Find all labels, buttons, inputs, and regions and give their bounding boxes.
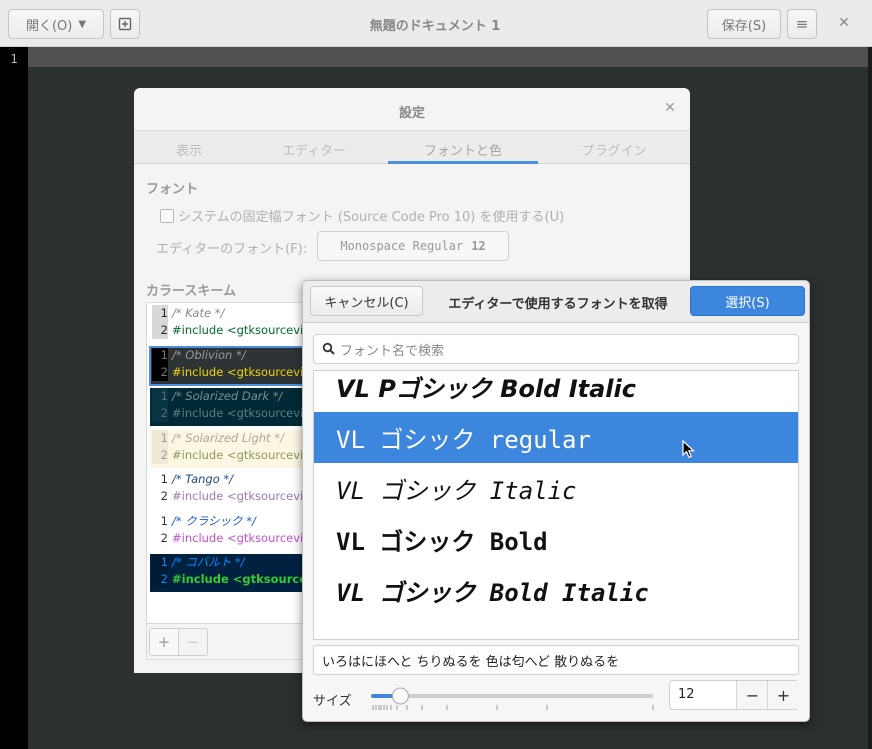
remove-scheme-button[interactable]: − <box>178 628 208 656</box>
scheme-line-number: 1 <box>152 429 168 447</box>
scheme-line-number: 1 <box>152 388 168 405</box>
scheme-line-number: 2 <box>152 363 168 381</box>
new-document-icon <box>118 17 132 31</box>
system-font-checkbox-row[interactable]: システムの固定幅フォント (Source Code Pro 10) を使用する(… <box>160 206 564 225</box>
font-list-item[interactable]: VL ゴシック Bold Italic <box>314 565 798 616</box>
scheme-sample-code: #include <gtksourcevi <box>172 323 304 337</box>
scheme-line-number: 1 <box>152 346 168 364</box>
scheme-line-number: 1 <box>152 471 168 488</box>
editor-font-button[interactable]: Monospace Regular 12 <box>317 231 509 261</box>
save-button[interactable]: 保存(S) <box>707 9 781 39</box>
preferences-close-button[interactable]: ✕ <box>658 100 682 116</box>
size-increase-button[interactable]: + <box>767 681 799 709</box>
font-list[interactable]: VL Pゴシック Bold Italic VL ゴシック regular VL ゴシ… <box>313 370 799 640</box>
close-icon: ✕ <box>664 100 676 116</box>
scheme-line-number: 1 <box>152 554 168 571</box>
chevron-down-icon: ▼ <box>78 18 87 30</box>
hamburger-menu-icon: ≡ <box>795 15 809 33</box>
scheme-sample-code: #include <gtksourcevi <box>172 530 304 545</box>
scheme-line-number: 2 <box>152 446 168 464</box>
editor-font-name: Monospace Regular <box>340 239 464 253</box>
font-size-spinbutton[interactable]: 12 − + <box>669 680 799 710</box>
editor-font-size: 12 <box>471 239 486 253</box>
font-section-heading: フォント <box>146 182 199 197</box>
line-number-gutter <box>0 47 28 749</box>
scheme-sample-code: #include <gtksourcevi <box>172 364 304 379</box>
active-tab-indicator <box>388 161 538 164</box>
line-number: 1 <box>10 52 18 66</box>
scheme-line-number: 1 <box>152 512 168 530</box>
scheme-line-number: 2 <box>152 405 168 422</box>
select-button[interactable]: 選択(S) <box>690 286 805 316</box>
header-bar: 開く(O) ▼ 無題のドキュメント 1 保存(S) ≡ ✕ <box>0 0 872 47</box>
font-chooser-header: キャンセル(C) エディターで使用するフォントを取得 選択(S) <box>303 281 809 323</box>
font-size-value[interactable]: 12 <box>678 687 695 702</box>
scheme-name: /* Oblivion */ <box>172 347 246 362</box>
font-search-input[interactable]: フォント名で検索 <box>313 334 799 364</box>
system-font-checkbox-label: システムの固定幅フォント (Source Code Pro 10) を使用する(… <box>178 210 565 225</box>
scheme-sample-code: #include <gtksourcevi <box>172 489 304 503</box>
scheme-name: /* Solarized Light */ <box>172 430 284 445</box>
add-scheme-button[interactable]: + <box>149 628 179 656</box>
editor-font-label: エディターのフォント(F): <box>156 242 308 257</box>
scheme-sample-code: #include <gtksourcev <box>172 572 315 586</box>
tab-view[interactable]: 表示 <box>134 140 244 159</box>
slider-trough <box>371 694 653 698</box>
scheme-sample-code: #include <gtksourcevi <box>172 447 304 462</box>
font-size-slider[interactable] <box>367 685 657 715</box>
font-preview-input[interactable]: いろはにほへと ちりぬるを 色は匂へど 散りぬるを <box>313 645 799 675</box>
slider-knob[interactable] <box>391 687 409 705</box>
open-button[interactable]: 開く(O) ▼ <box>8 9 104 39</box>
document-title: 無題のドキュメント 1 <box>369 19 501 34</box>
scheme-line-number: 1 <box>152 305 168 322</box>
hamburger-menu-button[interactable]: ≡ <box>787 9 817 39</box>
system-font-checkbox[interactable] <box>160 208 174 223</box>
scheme-name: /* Kate */ <box>172 306 225 320</box>
font-list-item[interactable]: VL Pゴシック Bold Italic <box>314 371 798 412</box>
cancel-button[interactable]: キャンセル(C) <box>310 286 423 316</box>
scheme-name: /* クラシック */ <box>172 513 256 528</box>
scheme-line-number: 2 <box>152 322 168 339</box>
size-label: サイズ <box>313 694 352 709</box>
new-document-button[interactable] <box>110 9 140 39</box>
tab-editor[interactable]: エディター <box>244 140 384 159</box>
scheme-name: /* Solarized Dark */ <box>172 389 283 403</box>
scheme-line-number: 2 <box>152 529 168 547</box>
mouse-pointer-icon <box>682 440 696 459</box>
font-chooser-dialog: キャンセル(C) エディターで使用するフォントを取得 選択(S) フォント名で検… <box>302 280 810 722</box>
font-list-item[interactable]: VL ゴシック Bold <box>314 514 798 565</box>
open-label: 開く(O) <box>25 18 73 34</box>
font-list-item[interactable]: VL ゴシック regular <box>314 412 798 463</box>
close-window-button[interactable]: ✕ <box>832 15 856 31</box>
size-decrease-button[interactable]: − <box>736 681 768 709</box>
scheme-name: /* コバルト */ <box>172 555 245 569</box>
current-line-highlight[interactable] <box>28 47 868 67</box>
color-scheme-heading: カラースキーム <box>146 284 236 299</box>
tab-font-and-colors[interactable]: フォントと色 <box>388 140 538 159</box>
font-chooser-title: エディターで使用するフォントを取得 <box>448 297 668 312</box>
scheme-line-number: 2 <box>152 488 168 505</box>
font-search-placeholder: フォント名で検索 <box>340 343 445 359</box>
close-icon: ✕ <box>838 15 850 31</box>
preferences-title: 設定 <box>398 106 425 121</box>
tab-plugins[interactable]: プラグイン <box>544 140 684 159</box>
preferences-tabs: 表示 エディター フォントと色 プラグイン <box>134 130 690 164</box>
scheme-sample-code: #include <gtksourcevi <box>172 406 304 420</box>
scheme-line-number: 2 <box>152 571 168 588</box>
font-list-item[interactable]: VL ゴシック Italic <box>314 463 798 514</box>
scheme-name: /* Tango */ <box>172 472 234 486</box>
search-icon <box>322 342 335 355</box>
window-border <box>868 47 872 749</box>
